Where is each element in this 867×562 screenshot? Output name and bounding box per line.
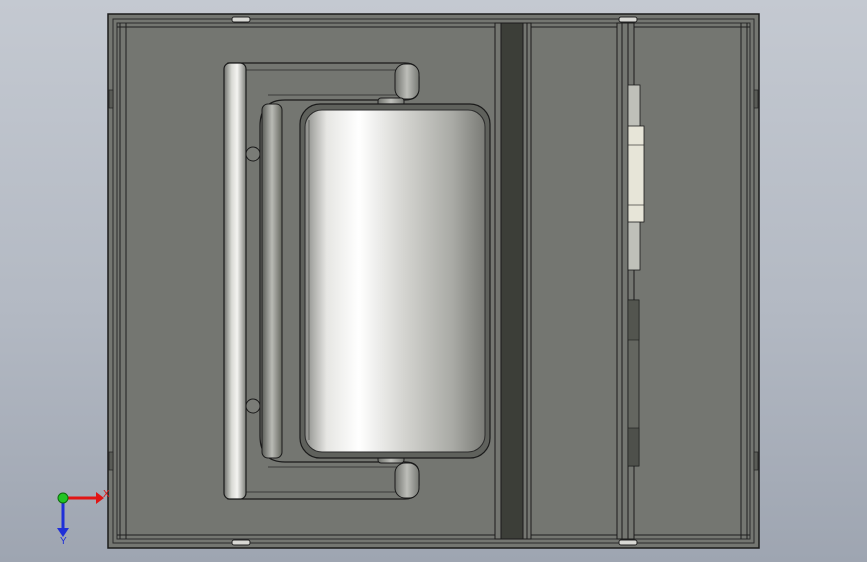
model-view[interactable]: X Y — [0, 0, 867, 562]
x-axis-label: X — [103, 489, 110, 500]
y-axis-label: Y — [60, 536, 67, 547]
screw-icon — [245, 398, 261, 414]
screw-icon — [245, 146, 261, 162]
center-slot — [494, 22, 532, 540]
coordinate-triad-icon: X Y — [57, 489, 110, 547]
roller-cylinder — [299, 103, 491, 459]
cad-graphics-viewport[interactable]: X Y — [0, 0, 867, 562]
origin-dot — [57, 492, 69, 504]
